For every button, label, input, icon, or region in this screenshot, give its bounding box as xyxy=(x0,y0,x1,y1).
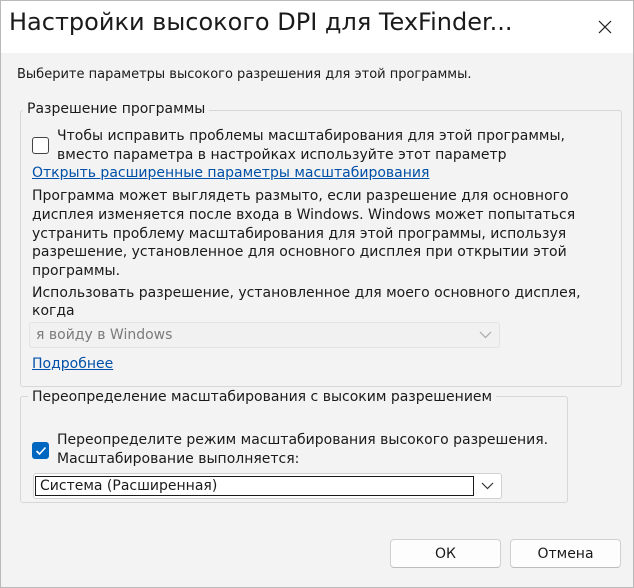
description-line-4: разрешение, установленное для основного … xyxy=(32,244,567,260)
scaling-mode-select[interactable]: Система (Расширенная) xyxy=(33,473,502,499)
use-dpi-label-line2: когда xyxy=(32,303,75,319)
window-title: Настройки высокого DPI для TexFinder... xyxy=(9,8,513,36)
use-dpi-select-value: я войду в Windows xyxy=(36,327,173,343)
dpi-settings-dialog: Настройки высокого DPI для TexFinder... … xyxy=(0,0,634,588)
use-dpi-label-line1: Использовать разрешение, установленное д… xyxy=(32,285,581,301)
program-dpi-checkbox-label-line1[interactable]: Чтобы исправить проблемы масштабирования… xyxy=(57,127,565,146)
override-checkbox-label-line2[interactable]: Масштабирование выполняется: xyxy=(57,450,299,469)
override-checkbox-label-line1[interactable]: Переопределите режим масштабирования выс… xyxy=(57,431,548,450)
description-line-5: программы. xyxy=(32,263,121,279)
description-line-3: устранить проблему масштабирования для э… xyxy=(32,226,567,242)
chevron-down-icon xyxy=(481,482,494,490)
advanced-scaling-link[interactable]: Открыть расширенные параметры масштабиро… xyxy=(32,165,429,181)
chevron-down-icon xyxy=(479,331,492,339)
checkmark-icon xyxy=(35,446,46,455)
title-bar: Настройки высокого DPI для TexFinder... xyxy=(1,1,633,53)
program-dpi-checkbox-label-line2[interactable]: вместо параметра в настройках используйт… xyxy=(57,146,507,165)
intro-text: Выберите параметры высокого разрешения д… xyxy=(17,67,472,82)
cancel-button[interactable]: Отмена xyxy=(510,539,621,568)
close-icon xyxy=(598,20,612,34)
override-scaling-checkbox[interactable] xyxy=(32,442,49,459)
scaling-mode-select-value: Система (Расширенная) xyxy=(40,478,218,494)
close-button[interactable] xyxy=(577,1,633,53)
learn-more-link[interactable]: Подробнее xyxy=(32,356,113,372)
description-line-1: Программа может выглядеть размыто, если … xyxy=(32,188,569,204)
override-scaling-legend: Переопределение масштабирования с высоки… xyxy=(28,389,497,405)
ok-button[interactable]: ОК xyxy=(390,539,501,568)
description-line-2: дисплея изменяется после входа в Windows… xyxy=(32,207,576,223)
use-dpi-select[interactable]: я войду в Windows xyxy=(29,322,500,348)
program-dpi-legend: Разрешение программы xyxy=(23,101,210,117)
program-dpi-checkbox[interactable] xyxy=(32,137,49,154)
